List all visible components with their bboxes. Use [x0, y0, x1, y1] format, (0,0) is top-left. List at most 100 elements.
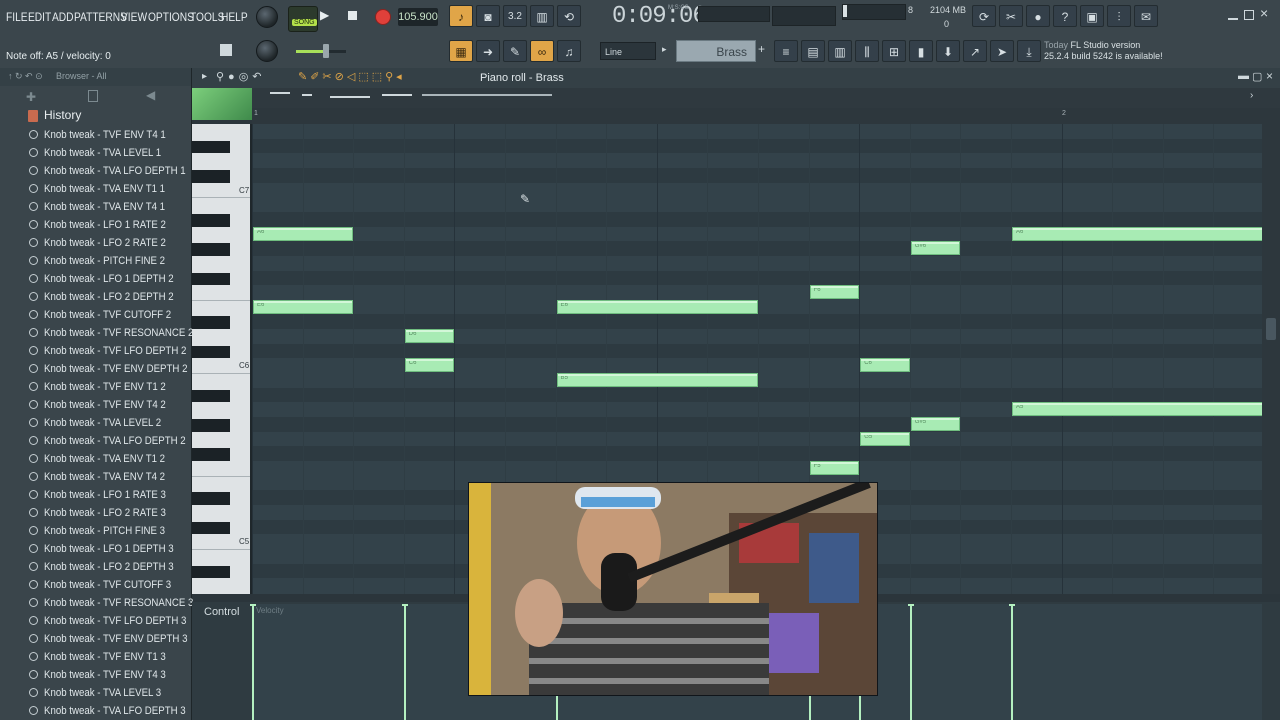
wait-input-button[interactable]: ◙ [476, 5, 500, 27]
history-item[interactable]: Knob tweak - TVF RESONANCE 3 [0, 594, 193, 612]
tempo-display[interactable]: 105.900 [398, 8, 438, 26]
note[interactable]: E6 [556, 299, 758, 314]
note[interactable]: D6 [404, 329, 455, 344]
restore-icon[interactable] [1244, 10, 1254, 20]
black-key[interactable] [192, 389, 230, 403]
history-item[interactable]: Knob tweak - TVF ENV T1 3 [0, 648, 191, 666]
history-item[interactable]: Knob tweak - TVF ENV T1 2 [0, 378, 191, 396]
note[interactable]: C6 [860, 358, 910, 373]
mic-icon[interactable]: ● [1026, 5, 1050, 27]
channel-rack-icon[interactable]: ▤ [801, 40, 825, 62]
velocity-bar[interactable] [403, 604, 406, 720]
history-item[interactable]: Knob tweak - TVF ENV DEPTH 3 [0, 630, 191, 648]
master-volume-handle[interactable] [323, 44, 329, 58]
mixer-icon[interactable]: ⫶ [1107, 5, 1131, 27]
play-button[interactable]: ▶ [320, 8, 329, 22]
note[interactable]: A6 [253, 226, 354, 241]
piano-roll-icon[interactable]: ▦ [449, 40, 473, 62]
help-icon[interactable]: ? [1053, 5, 1077, 27]
menu-tools[interactable]: TOOLS [190, 10, 224, 24]
velocity-bar[interactable] [1011, 604, 1013, 720]
history-item[interactable]: Knob tweak - TVF LFO DEPTH 2 [0, 342, 191, 360]
master-pitch-knob[interactable] [256, 40, 278, 62]
link-icon[interactable]: ∞ [530, 40, 554, 62]
black-key[interactable] [192, 492, 230, 505]
pat-song-toggle[interactable]: SONG [288, 6, 318, 32]
history-item[interactable]: Knob tweak - TVF RESONANCE 2 [0, 324, 193, 342]
scissors-icon[interactable]: ✂ [999, 5, 1023, 27]
download-icon[interactable]: ⤓ [1017, 40, 1041, 62]
history-item[interactable]: Knob tweak - TVA LEVEL 1 [0, 144, 191, 162]
save-icon[interactable]: ▣ [1080, 5, 1104, 27]
instrument-selector[interactable]: Brass [676, 40, 756, 62]
browser-arrows-icon[interactable]: ↑ ↻ ↶ ⊙ [8, 71, 43, 82]
piano-roll-tools-icon[interactable]: ⚲●◎↶ [216, 70, 266, 83]
history-item[interactable]: Knob tweak - TVA ENV T1 1 [0, 180, 191, 198]
countdown-button[interactable]: 3.2 [503, 5, 527, 27]
history-item[interactable]: Knob tweak - LFO 1 RATE 3 [0, 486, 191, 504]
black-key[interactable] [192, 140, 230, 154]
pr-close-icon[interactable]: × [1266, 69, 1273, 83]
history-item[interactable]: Knob tweak - TVA ENV T4 1 [0, 198, 191, 216]
channel-arrow-icon[interactable]: ▸ [662, 44, 667, 55]
scrollbar-thumb[interactable] [1266, 318, 1276, 340]
arrow-icon[interactable]: ➜ [476, 40, 500, 62]
history-item[interactable]: Knob tweak - LFO 2 DEPTH 2 [0, 288, 191, 306]
piano-roll-menu-icon[interactable]: ▸ [202, 71, 207, 82]
history-item[interactable]: Knob tweak - TVF LFO DEPTH 3 [0, 612, 191, 630]
note[interactable]: G#5 [910, 417, 961, 431]
plugin-icon[interactable]: ⬇ [936, 40, 960, 62]
control-label[interactable]: Control [204, 606, 239, 618]
note[interactable]: E6 [253, 299, 354, 314]
history-item[interactable]: Knob tweak - TVF ENV T4 3 [0, 666, 191, 684]
black-key[interactable] [192, 316, 230, 330]
menu-help[interactable]: HELP [221, 10, 248, 24]
vertical-scrollbar[interactable] [1262, 108, 1280, 594]
note[interactable]: C6 [404, 358, 455, 373]
history-item[interactable]: Knob tweak - LFO 1 DEPTH 3 [0, 540, 191, 558]
note[interactable]: A5 [1012, 402, 1262, 417]
history-item[interactable]: Knob tweak - TVA LFO DEPTH 3 [0, 702, 191, 720]
note[interactable]: A6 [1012, 226, 1262, 241]
browser-file-icon[interactable] [88, 90, 98, 102]
chat-icon[interactable]: ✉ [1134, 5, 1158, 27]
mixer-view-icon[interactable]: ⫼ [855, 40, 879, 62]
pencil-icon[interactable]: ✎ [503, 40, 527, 62]
history-item[interactable]: Knob tweak - PITCH FINE 2 [0, 252, 191, 270]
history-item[interactable]: Knob tweak - TVA ENV T1 2 [0, 450, 191, 468]
note[interactable]: B5 [556, 373, 758, 388]
pr-minimize-icon[interactable]: ▬ [1238, 70, 1249, 82]
step-edit-button[interactable]: ▥ [530, 5, 554, 27]
history-item[interactable]: Knob tweak - TVF ENV T4 2 [0, 396, 191, 414]
history-item[interactable]: Knob tweak - TVA LEVEL 2 [0, 414, 191, 432]
browser-speaker-icon[interactable]: ◀ [146, 88, 155, 102]
history-item[interactable]: Knob tweak - LFO 2 RATE 3 [0, 504, 191, 522]
step-seq-icon[interactable]: ▥ [828, 40, 852, 62]
snap-select[interactable]: Line [600, 42, 656, 60]
velocity-bar[interactable] [909, 604, 912, 720]
history-item[interactable]: Knob tweak - TVF ENV DEPTH 2 [0, 360, 191, 378]
stamp-icon[interactable]: ♫ [557, 40, 581, 62]
add-channel-icon[interactable]: + [758, 42, 765, 56]
black-key[interactable] [192, 565, 230, 579]
black-key[interactable] [192, 272, 230, 286]
record-button[interactable] [375, 9, 391, 25]
history-item[interactable]: Knob tweak - TVA ENV T4 2 [0, 468, 191, 486]
playlist-icon[interactable]: ≡ [774, 40, 798, 62]
note[interactable]: G5 [860, 431, 910, 446]
minimize-icon[interactable] [1228, 10, 1238, 20]
pr-maximize-icon[interactable]: ▢ [1252, 70, 1262, 83]
tempo-tap-icon[interactable]: ↗ [963, 40, 987, 62]
history-title[interactable]: History [44, 108, 81, 122]
black-key[interactable] [192, 448, 230, 461]
menu-add[interactable]: ADD [52, 10, 74, 24]
history-item[interactable]: Knob tweak - TVA LEVEL 3 [0, 684, 191, 702]
menu-patterns[interactable]: PATTERNS [74, 10, 127, 24]
hint-toggle-icon[interactable] [220, 44, 232, 56]
note[interactable]: F6 [809, 285, 860, 300]
stop-button[interactable] [348, 11, 357, 20]
history-item[interactable]: Knob tweak - LFO 2 DEPTH 3 [0, 558, 191, 576]
black-key[interactable] [192, 213, 230, 227]
note[interactable]: G#6 [910, 241, 961, 256]
note[interactable]: F5 [809, 460, 860, 475]
